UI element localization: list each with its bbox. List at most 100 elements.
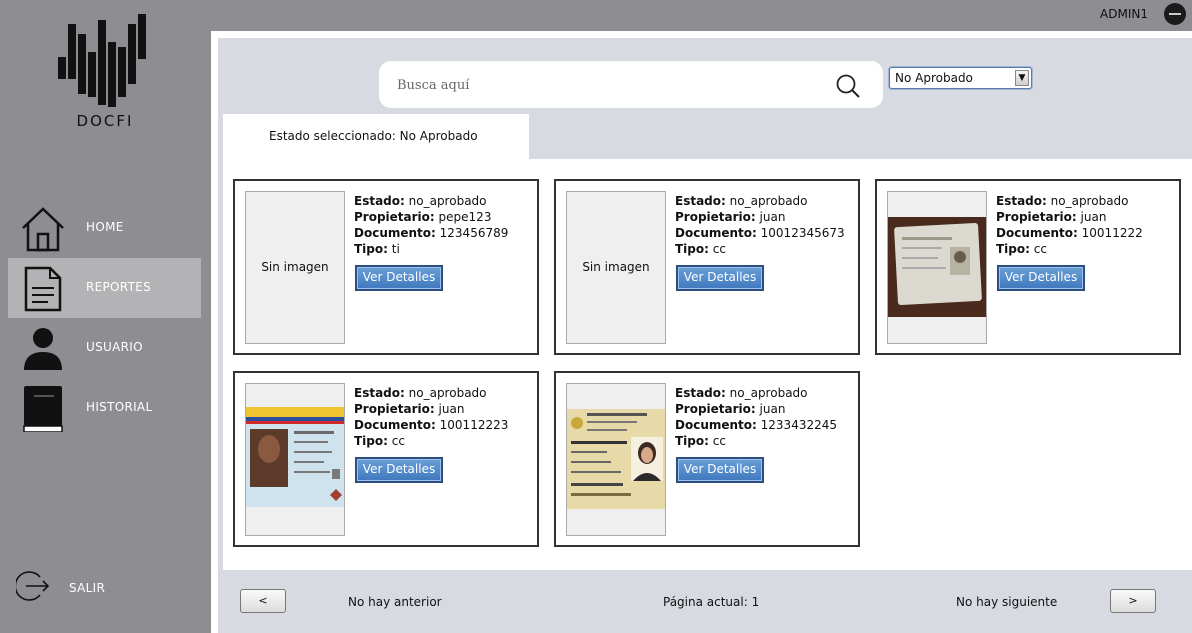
document-image: [887, 191, 987, 344]
tab-selected-status: Estado seleccionado: No Aprobado: [223, 114, 529, 160]
value-propietario: juan: [759, 402, 786, 416]
logout-label: SALIR: [69, 581, 106, 595]
value-estado: no_aprobado: [408, 194, 487, 208]
sidebar-item-label: REPORTES: [86, 280, 151, 294]
previous-page-button[interactable]: <: [240, 589, 286, 613]
label-propietario: Propietario:: [675, 402, 756, 416]
report-card: Estado: no_aprobado Propietario: juan Do…: [875, 179, 1181, 355]
label-tipo: Tipo:: [354, 434, 388, 448]
no-image-text: Sin imagen: [582, 260, 650, 274]
tab-label: Estado seleccionado: No Aprobado: [269, 129, 478, 143]
user-name: ADMIN1: [1100, 7, 1148, 21]
logo-text: DOCFI: [76, 112, 134, 130]
logout-icon: [16, 571, 50, 601]
document-image: [245, 383, 345, 536]
label-estado: Estado:: [996, 194, 1047, 208]
status-filter-value: No Aprobado: [895, 71, 973, 85]
value-documento: 10011222: [1081, 226, 1143, 240]
label-tipo: Tipo:: [354, 242, 388, 256]
value-tipo: cc: [1033, 242, 1047, 256]
value-tipo: cc: [391, 434, 405, 448]
label-estado: Estado:: [675, 386, 726, 400]
value-estado: no_aprobado: [729, 386, 808, 400]
value-tipo: cc: [712, 242, 726, 256]
value-documento: 10012345673: [760, 226, 845, 240]
id-card-photo: [246, 407, 344, 507]
value-tipo: ti: [391, 242, 400, 256]
label-documento: Documento:: [996, 226, 1078, 240]
label-documento: Documento:: [675, 418, 757, 432]
label-tipo: Tipo:: [675, 434, 709, 448]
label-estado: Estado:: [675, 194, 726, 208]
document-icon: [24, 266, 62, 312]
report-card: Estado: no_aprobado Propietario: juan Do…: [233, 371, 539, 547]
document-image-placeholder: Sin imagen: [566, 191, 666, 344]
user-icon: [24, 328, 62, 370]
value-estado: no_aprobado: [729, 194, 808, 208]
status-filter-select[interactable]: No Aprobado ▼: [889, 67, 1032, 89]
value-propietario: pepe123: [438, 210, 492, 224]
next-page-button[interactable]: >: [1110, 589, 1156, 613]
label-documento: Documento:: [354, 418, 436, 432]
main-panel: No Aprobado ▼ Estado seleccionado: No Ap…: [211, 31, 1192, 633]
label-estado: Estado:: [354, 194, 405, 208]
content-area: No Aprobado ▼ Estado seleccionado: No Ap…: [218, 38, 1192, 633]
value-estado: no_aprobado: [1050, 194, 1129, 208]
reports-grid: Sin imagen Estado: no_aprobado Propietar…: [223, 159, 1192, 570]
home-icon: [22, 207, 64, 252]
sidebar-item-usuario[interactable]: USUARIO: [8, 318, 201, 378]
id-card-photo: [888, 217, 986, 317]
book-icon: [23, 386, 63, 432]
document-image: [566, 383, 666, 536]
chevron-down-icon[interactable]: ▼: [1015, 70, 1029, 86]
sidebar-item-label: HOME: [86, 220, 124, 234]
sidebar-item-reportes[interactable]: REPORTES: [8, 258, 201, 318]
id-card-photo: [567, 409, 665, 509]
view-details-button[interactable]: Ver Detalles: [676, 457, 764, 483]
sidebar: DOCFI HOME REPORTES USUARIO HISTORIAL SA…: [0, 0, 210, 633]
document-image-placeholder: Sin imagen: [245, 191, 345, 344]
label-propietario: Propietario:: [354, 210, 435, 224]
label-tipo: Tipo:: [996, 242, 1030, 256]
value-tipo: cc: [712, 434, 726, 448]
value-estado: no_aprobado: [408, 386, 487, 400]
label-estado: Estado:: [354, 386, 405, 400]
search-box[interactable]: [379, 61, 883, 108]
current-page-indicator: Página actual: 1: [663, 595, 760, 609]
view-details-button[interactable]: Ver Detalles: [997, 265, 1085, 291]
sidebar-item-label: USUARIO: [86, 340, 143, 354]
card-info: Estado: no_aprobado Propietario: juan Do…: [675, 193, 845, 257]
report-card: Estado: no_aprobado Propietario: juan Do…: [554, 371, 860, 547]
label-propietario: Propietario:: [354, 402, 435, 416]
value-propietario: juan: [438, 402, 465, 416]
label-tipo: Tipo:: [675, 242, 709, 256]
report-card: Sin imagen Estado: no_aprobado Propietar…: [554, 179, 860, 355]
search-input[interactable]: [397, 74, 817, 96]
label-documento: Documento:: [675, 226, 757, 240]
value-propietario: juan: [1080, 210, 1107, 224]
report-card: Sin imagen Estado: no_aprobado Propietar…: [233, 179, 539, 355]
logout-button[interactable]: SALIR: [8, 564, 201, 614]
label-propietario: Propietario:: [996, 210, 1077, 224]
value-documento: 100112223: [439, 418, 509, 432]
previous-page-status: No hay anterior: [348, 595, 442, 609]
label-propietario: Propietario:: [675, 210, 756, 224]
value-documento: 1233432245: [760, 418, 838, 432]
card-info: Estado: no_aprobado Propietario: juan Do…: [996, 193, 1143, 257]
search-icon[interactable]: [835, 73, 861, 99]
label-documento: Documento:: [354, 226, 436, 240]
view-details-button[interactable]: Ver Detalles: [355, 457, 443, 483]
no-image-text: Sin imagen: [261, 260, 329, 274]
next-page-status: No hay siguiente: [956, 595, 1058, 609]
sidebar-item-home[interactable]: HOME: [8, 198, 201, 258]
value-propietario: juan: [759, 210, 786, 224]
card-info: Estado: no_aprobado Propietario: juan Do…: [354, 385, 508, 449]
view-details-button[interactable]: Ver Detalles: [676, 265, 764, 291]
sidebar-item-historial[interactable]: HISTORIAL: [8, 378, 201, 438]
card-info: Estado: no_aprobado Propietario: juan Do…: [675, 385, 837, 449]
sidebar-item-label: HISTORIAL: [86, 400, 153, 414]
value-documento: 123456789: [439, 226, 509, 240]
card-info: Estado: no_aprobado Propietario: pepe123…: [354, 193, 508, 257]
minus-circle-icon[interactable]: [1164, 3, 1186, 25]
view-details-button[interactable]: Ver Detalles: [355, 265, 443, 291]
